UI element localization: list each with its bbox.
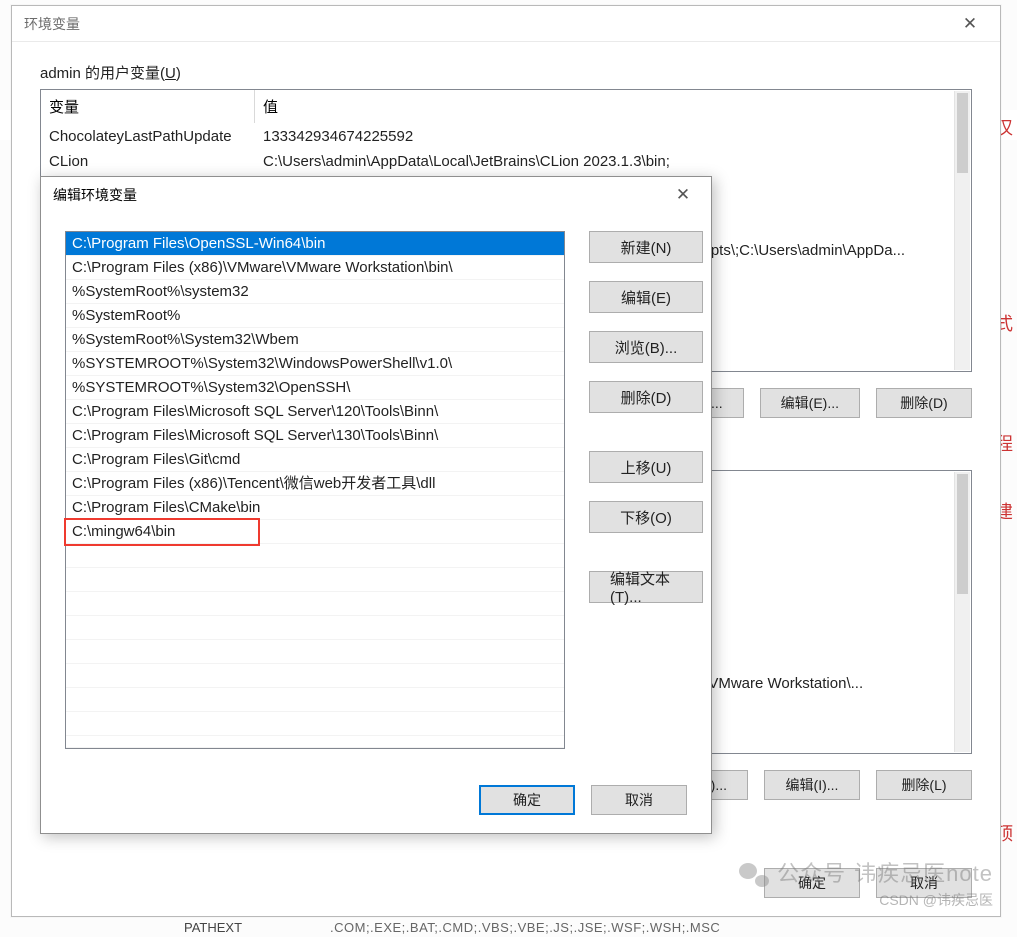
path-edit-button[interactable]: 编辑(E) bbox=[589, 281, 703, 313]
env-vars-titlebar[interactable]: 环境变量 ✕ bbox=[12, 6, 1000, 42]
path-cancel-button[interactable]: 取消 bbox=[591, 785, 687, 815]
path-list-item[interactable]: C:\Program Files\Microsoft SQL Server\12… bbox=[66, 400, 564, 424]
path-list-item[interactable]: %SYSTEMROOT%\System32\WindowsPowerShell\… bbox=[66, 352, 564, 376]
path-delete-button[interactable]: 删除(D) bbox=[589, 381, 703, 413]
edit-path-dialog: 编辑环境变量 ✕ C:\Program Files\OpenSSL-Win64\… bbox=[40, 176, 712, 834]
table-row[interactable]: ChocolateyLastPathUpdate 133342934674225… bbox=[41, 124, 971, 149]
scroll-thumb[interactable] bbox=[957, 93, 968, 173]
path-ok-button[interactable]: 确定 bbox=[479, 785, 575, 815]
path-list-item[interactable]: C:\Program Files (x86)\VMware\VMware Wor… bbox=[66, 256, 564, 280]
path-list-item[interactable]: C:\Program Files\OpenSSL-Win64\bin bbox=[66, 232, 564, 256]
scroll-thumb[interactable] bbox=[957, 474, 968, 594]
close-icon[interactable]: ✕ bbox=[952, 14, 988, 34]
user-vars-label-prefix: admin 的用户变量( bbox=[40, 65, 165, 82]
path-list-item[interactable]: C:\Program Files (x86)\Tencent\微信web开发者工… bbox=[66, 472, 564, 496]
path-browse-button[interactable]: 浏览(B)... bbox=[589, 331, 703, 363]
user-vars-label-mnemonic: U bbox=[165, 65, 176, 82]
path-list-empty-row bbox=[66, 568, 564, 592]
path-list-empty-row bbox=[66, 712, 564, 736]
path-list-item[interactable]: %SystemRoot%\system32 bbox=[66, 280, 564, 304]
path-list-item[interactable]: %SystemRoot% bbox=[66, 304, 564, 328]
user-vars-scrollbar[interactable] bbox=[954, 91, 970, 370]
path-list-empty-row bbox=[66, 688, 564, 712]
path-list-item[interactable]: C:\Program Files\Git\cmd bbox=[66, 448, 564, 472]
path-list-empty-row bbox=[66, 736, 564, 748]
path-list-item[interactable]: %SystemRoot%\System32\Wbem bbox=[66, 328, 564, 352]
user-vars-section-label: admin 的用户变量(U) bbox=[40, 62, 972, 83]
env-vars-dialog-buttons: 确定 取消 bbox=[764, 868, 972, 898]
path-list-empty-row bbox=[66, 664, 564, 688]
env-vars-title: 环境变量 bbox=[24, 14, 952, 34]
edit-path-title: 编辑环境变量 bbox=[51, 185, 665, 205]
edit-path-titlebar[interactable]: 编辑环境变量 ✕ bbox=[41, 177, 711, 213]
path-list-item[interactable]: %SYSTEMROOT%\System32\OpenSSH\ bbox=[66, 376, 564, 400]
env-cancel-button[interactable]: 取消 bbox=[876, 868, 972, 898]
env-ok-button[interactable]: 确定 bbox=[764, 868, 860, 898]
close-icon[interactable]: ✕ bbox=[665, 185, 701, 205]
path-list-item[interactable]: C:\Program Files\Microsoft SQL Server\13… bbox=[66, 424, 564, 448]
sys-edit-button[interactable]: 编辑(I)... bbox=[764, 770, 860, 800]
system-vars-scrollbar[interactable] bbox=[954, 472, 970, 752]
edit-path-dialog-buttons: 确定 取消 bbox=[479, 785, 687, 815]
col-header-value[interactable]: 值 bbox=[255, 90, 971, 123]
path-list[interactable]: C:\Program Files\OpenSSL-Win64\binC:\Pro… bbox=[65, 231, 565, 749]
path-list-empty-row bbox=[66, 616, 564, 640]
bg-pathext-value: .COM;.EXE;.BAT;.CMD;.VBS;.VBE;.JS;.JSE;.… bbox=[330, 920, 720, 935]
path-list-item[interactable]: C:\mingw64\bin bbox=[66, 520, 564, 544]
col-header-variable[interactable]: 变量 bbox=[41, 90, 255, 123]
user-vars-label-suffix: ) bbox=[176, 65, 181, 82]
user-edit-button[interactable]: 编辑(E)... bbox=[760, 388, 860, 418]
user-delete-button[interactable]: 删除(D) bbox=[876, 388, 972, 418]
path-list-empty-row bbox=[66, 640, 564, 664]
path-movedown-button[interactable]: 下移(O) bbox=[589, 501, 703, 533]
sys-delete-button[interactable]: 删除(L) bbox=[876, 770, 972, 800]
path-list-item[interactable]: C:\Program Files\CMake\bin bbox=[66, 496, 564, 520]
cell-val: C:\Users\admin\AppData\Local\JetBrains\C… bbox=[255, 149, 971, 174]
cell-val: 133342934674225592 bbox=[255, 124, 971, 149]
path-edittext-button[interactable]: 编辑文本(T)... bbox=[589, 571, 703, 603]
user-vars-table-header: 变量 值 bbox=[41, 90, 971, 124]
bg-pathext-label: PATHEXT bbox=[184, 920, 242, 935]
path-edit-side-buttons: 新建(N) 编辑(E) 浏览(B)... 删除(D) 上移(U) 下移(O) 编… bbox=[589, 231, 693, 603]
cell-var: CLion bbox=[41, 149, 255, 174]
path-new-button[interactable]: 新建(N) bbox=[589, 231, 703, 263]
path-moveup-button[interactable]: 上移(U) bbox=[589, 451, 703, 483]
path-list-empty-row bbox=[66, 592, 564, 616]
cell-var: ChocolateyLastPathUpdate bbox=[41, 124, 255, 149]
path-list-empty-row bbox=[66, 544, 564, 568]
table-row[interactable]: CLion C:\Users\admin\AppData\Local\JetBr… bbox=[41, 149, 971, 174]
